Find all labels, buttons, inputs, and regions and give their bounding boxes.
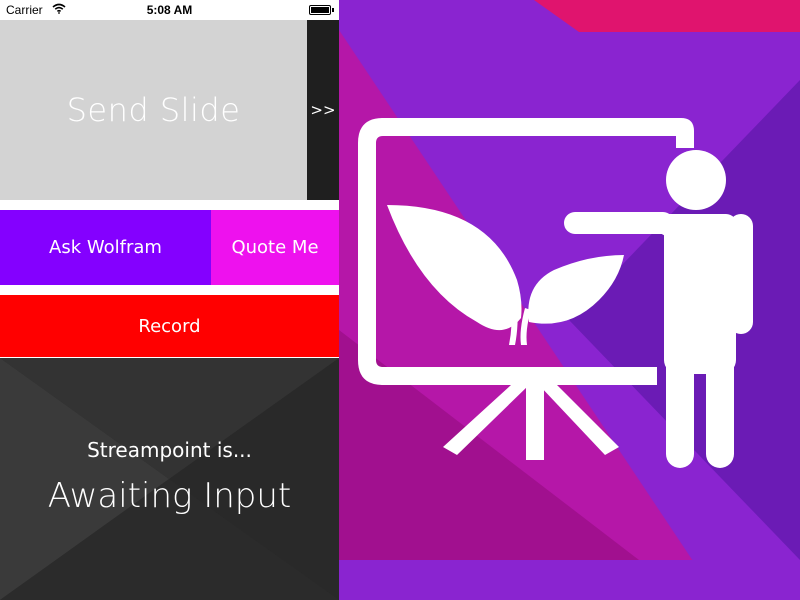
ask-wolfram-button[interactable]: Ask Wolfram [0, 210, 211, 285]
artwork-panel [339, 0, 800, 600]
battery-icon [309, 5, 334, 15]
clock: 5:08 AM [146, 3, 193, 17]
next-slide-button[interactable]: >> [307, 20, 339, 200]
status-panel: Streampoint is... Awaiting Input [0, 358, 339, 600]
send-slide-button[interactable]: Send Slide [0, 20, 307, 200]
status-state: Awaiting Input [47, 476, 292, 516]
record-button[interactable]: Record [0, 295, 339, 357]
control-panel: Send Slide >> Ask Wolfram Quote Me Recor… [0, 20, 339, 600]
presenter-at-screen-icon [358, 118, 753, 468]
status-bar: Carrier 5:08 AM [0, 0, 339, 20]
quote-me-button[interactable]: Quote Me [211, 210, 339, 285]
status-caption: Streampoint is... [87, 438, 252, 462]
app-screen: Carrier 5:08 AM Send Slide >> Ask Wolfra… [0, 0, 800, 600]
